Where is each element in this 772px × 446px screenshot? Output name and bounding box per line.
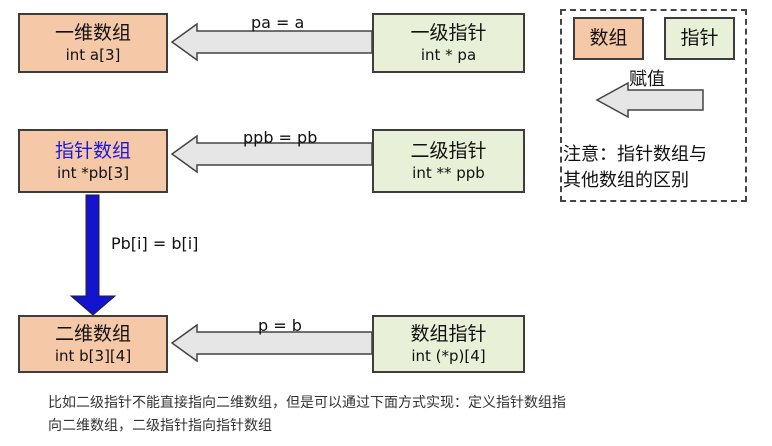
legend-note: 注意：指针数组与 其他数组的区别 (563, 142, 707, 194)
array-box-title: 二维数组 (54, 322, 131, 345)
legend-array-label: 数组 (589, 26, 628, 49)
array-box-decl: int b[3][4] (54, 346, 132, 365)
legend-pointer-label: 指针 (680, 26, 719, 49)
legend-note-line2: 其他数组的区别 (563, 170, 689, 192)
pointer-box-decl: int ** ppb (412, 163, 485, 182)
array-box-decl: int a[3] (65, 45, 121, 64)
pointer-box-level1: 一级指针 int * pa (372, 13, 525, 73)
pointer-box-title: 二级指针 (410, 139, 487, 162)
pointer-box-decl: int * pa (420, 45, 477, 64)
array-box-pointer-array: 指针数组 int *pb[3] (18, 129, 168, 193)
vertical-assign-arrow (69, 194, 117, 316)
pointer-box-decl: int (*p)[4] (411, 346, 486, 365)
caption-line1: 比如二级指针不能直接指向二维数组，但是可以通过下面方式实现：定义指针数组指 (48, 395, 566, 411)
array-box-title: 指针数组 (54, 139, 131, 162)
pointer-box-level2: 二级指针 int ** ppb (372, 129, 525, 193)
caption-line2: 向二维数组，二级指针指向指针数组 (48, 418, 272, 435)
legend-assign-label: 赋值 (629, 69, 665, 90)
pointer-box-array-pointer: 数组指针 int (*p)[4] (372, 315, 525, 373)
vertical-assign-label: Pb[i] = b[i] (111, 234, 199, 253)
caption: 比如二级指针不能直接指向二维数组，但是可以通过下面方式实现：定义指针数组指 向二… (48, 392, 748, 438)
array-box-decl: int *pb[3] (56, 163, 130, 182)
legend-pointer-swatch: 指针 (664, 17, 735, 60)
legend-array-swatch: 数组 (573, 17, 644, 60)
assign-label-1: pa = a (251, 13, 305, 32)
array-box-1d: 一维数组 int a[3] (18, 13, 168, 73)
assign-label-2: ppb = pb (243, 128, 318, 147)
pointer-box-title: 一级指针 (410, 21, 487, 44)
legend-note-line1: 注意：指针数组与 (563, 144, 707, 165)
assign-label-3: p = b (258, 316, 302, 335)
array-box-title: 一维数组 (54, 21, 131, 44)
pointer-box-title: 数组指针 (410, 322, 487, 345)
array-box-2d: 二维数组 int b[3][4] (18, 315, 168, 373)
